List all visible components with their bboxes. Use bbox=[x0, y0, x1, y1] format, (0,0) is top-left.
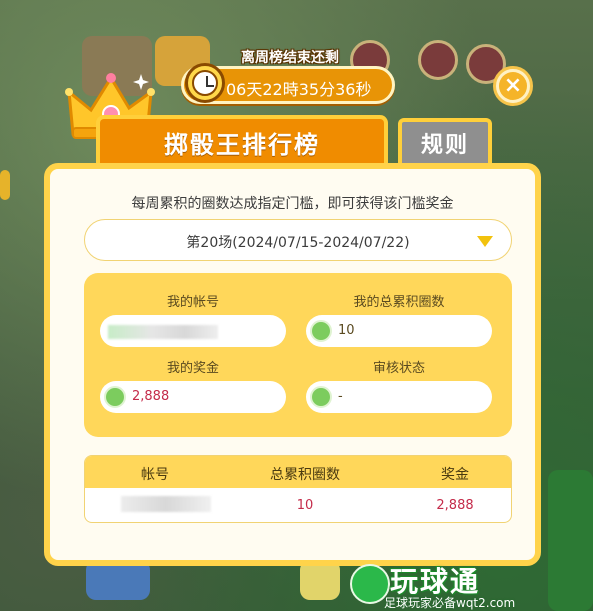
tab-leaderboard-label: 掷骰王排行榜 bbox=[164, 130, 320, 159]
row-total-laps: 10 bbox=[296, 498, 314, 513]
leaderboard-panel: 每周累积的圈数达成指定门槛，即可获得该门槛奖金 第20场(2024/07/15-… bbox=[44, 163, 541, 566]
watermark: 玩球通 足球玩家必备wqt2.com bbox=[346, 560, 586, 610]
prize-label: 我的奖金 bbox=[166, 361, 219, 376]
account-label: 我的帐号 bbox=[166, 295, 219, 310]
review-status-label: 审核状态 bbox=[372, 361, 425, 376]
column-header-total-laps: 总累积圈数 bbox=[270, 467, 340, 483]
countdown-title: 离周榜结束还剩 bbox=[241, 50, 339, 66]
dollar-coin-icon bbox=[104, 386, 126, 408]
column-header-account: 帐号 bbox=[141, 467, 169, 483]
account-field bbox=[100, 315, 286, 347]
column-header-prize: 奖金 bbox=[441, 467, 469, 483]
background-tile bbox=[300, 560, 340, 600]
prize-field: 2,888 bbox=[100, 381, 286, 413]
tab-leaderboard[interactable]: 掷骰王排行榜 bbox=[96, 115, 388, 165]
bell-icon bbox=[310, 386, 332, 408]
close-icon: × bbox=[499, 72, 527, 100]
background-tile bbox=[0, 170, 10, 200]
chevron-down-icon bbox=[477, 236, 493, 247]
total-laps-label: 我的总累积圈数 bbox=[353, 295, 445, 310]
season-selected-value: 第20场(2024/07/15-2024/07/22) bbox=[186, 235, 410, 251]
table-header: 帐号 总累积圈数 奖金 bbox=[85, 456, 511, 488]
tab-rules[interactable]: 规则 bbox=[398, 118, 492, 164]
pencil-icon bbox=[310, 320, 332, 342]
account-value-redacted bbox=[108, 325, 218, 339]
review-status-value: - bbox=[338, 389, 343, 404]
prize-value: 2,888 bbox=[132, 389, 170, 404]
review-status-field: - bbox=[306, 381, 492, 413]
total-laps-field: 10 bbox=[306, 315, 492, 347]
leaderboard-table: 帐号 总累积圈数 奖金 10 2,888 bbox=[84, 455, 512, 523]
total-laps-value: 10 bbox=[338, 323, 355, 338]
watermark-url: 足球玩家必备wqt2.com bbox=[384, 596, 516, 610]
close-button[interactable]: × bbox=[493, 66, 533, 106]
tab-rules-label: 规则 bbox=[420, 133, 469, 158]
background-icon bbox=[418, 40, 458, 80]
my-stats-box: 我的帐号 我的总累积圈数 10 我的奖金 审核状态 2,888 - bbox=[84, 273, 512, 437]
row-account-redacted bbox=[121, 496, 211, 512]
countdown-text: 06天22時35分36秒 bbox=[226, 80, 372, 99]
season-dropdown[interactable]: 第20场(2024/07/15-2024/07/22) bbox=[84, 219, 512, 261]
background-tile bbox=[86, 560, 150, 600]
clock-icon bbox=[185, 63, 225, 103]
row-prize: 2,888 bbox=[436, 498, 474, 513]
panel-subtitle: 每周累积的圈数达成指定门槛，即可获得该门槛奖金 bbox=[131, 196, 454, 212]
